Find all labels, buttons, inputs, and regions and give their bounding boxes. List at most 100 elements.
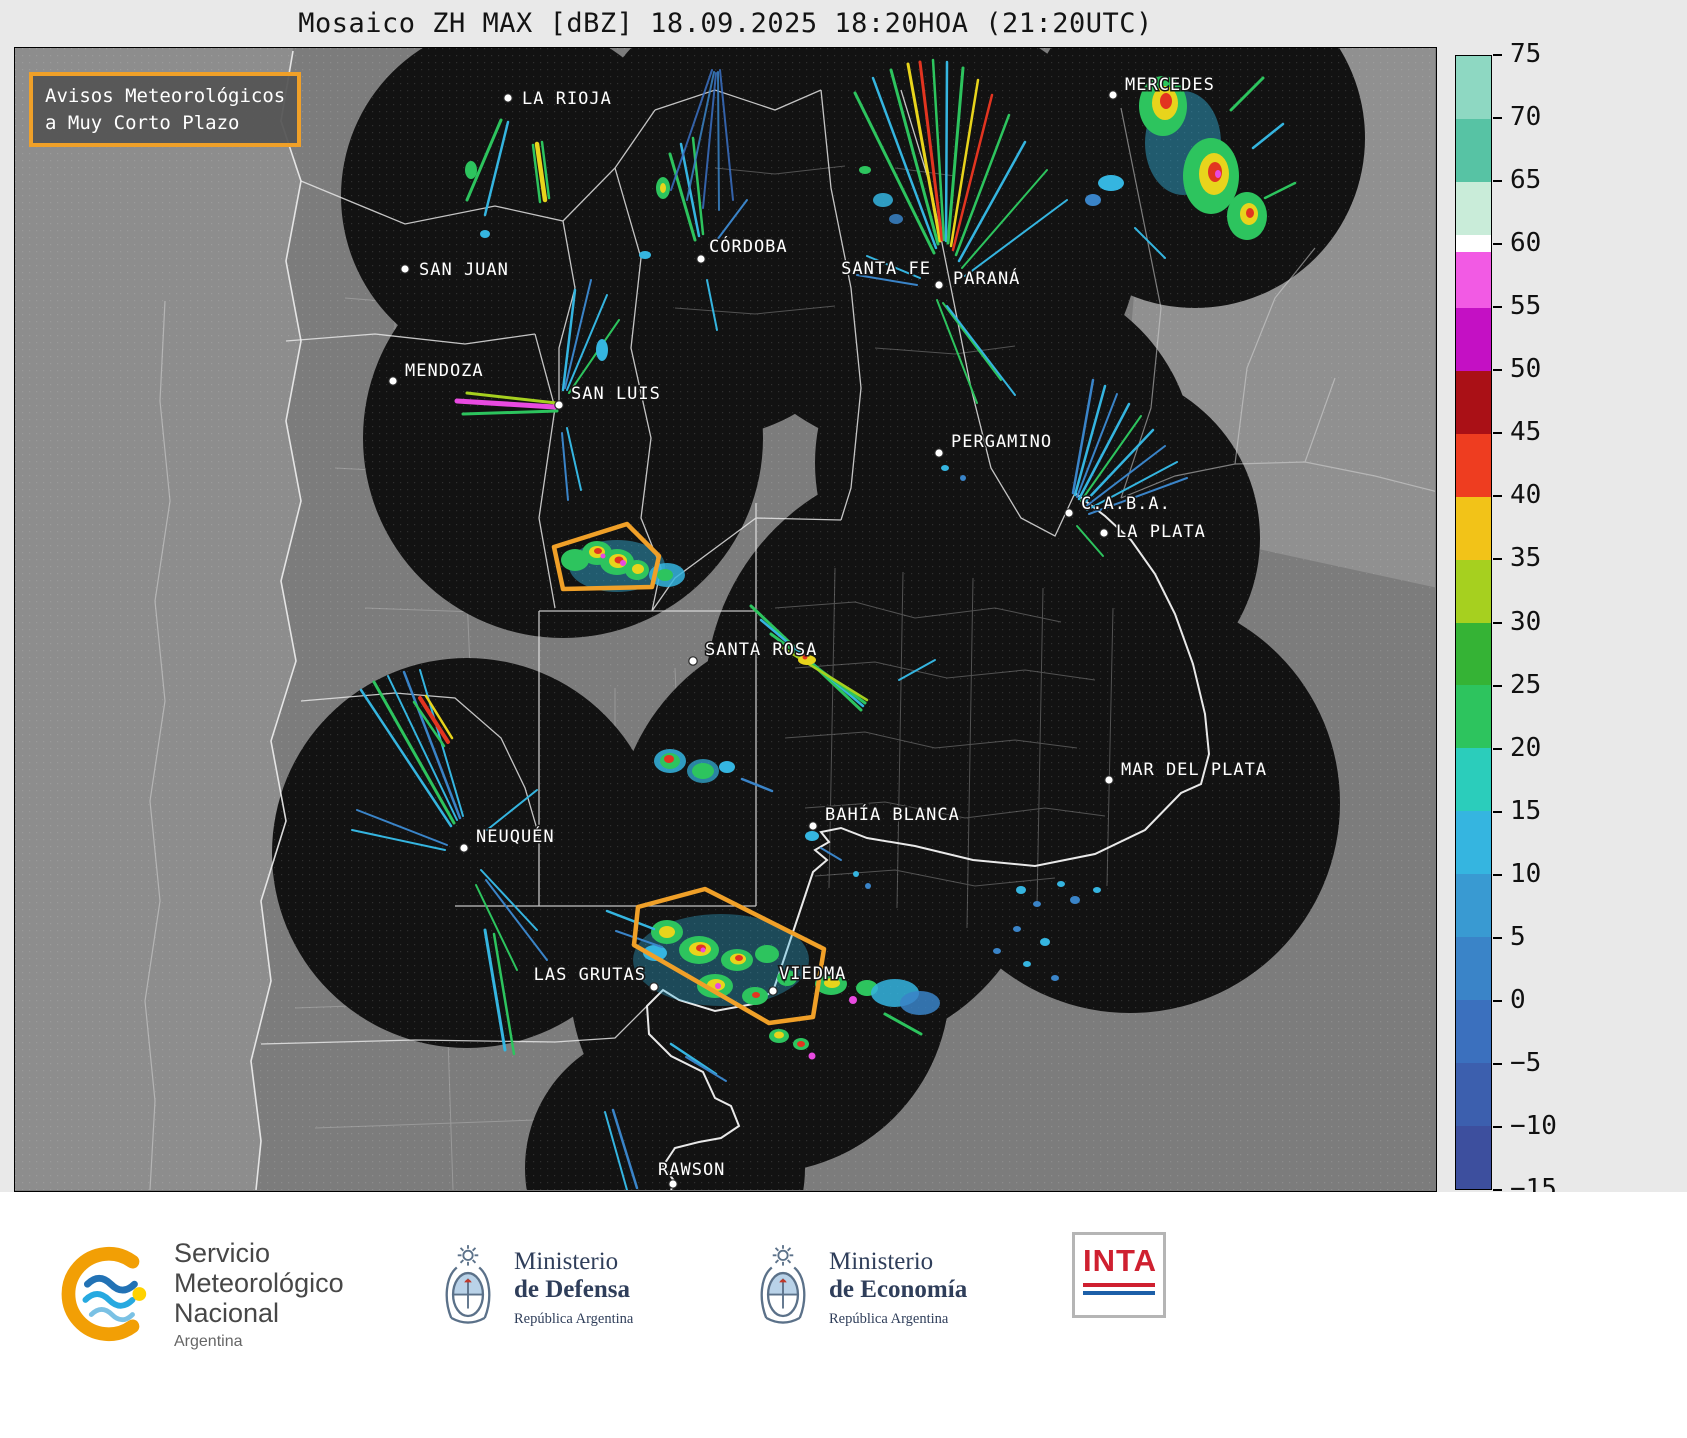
economia-line3: República Argentina	[829, 1311, 949, 1327]
colorbar-tick	[1493, 1062, 1502, 1065]
colorbar-tick	[1493, 1125, 1502, 1128]
city-dot	[649, 982, 659, 992]
colorbar-tick	[1493, 873, 1502, 876]
city-dot	[554, 400, 564, 410]
city-label-santa-fe: SANTA FE	[841, 259, 931, 279]
colorbar-tick	[1493, 432, 1502, 435]
colorbar-tick	[1493, 684, 1502, 687]
echo-speck-sierras	[639, 251, 651, 259]
city-dot	[934, 280, 944, 290]
colorbar-tick	[1493, 999, 1502, 1002]
colorbar-tick	[1493, 936, 1502, 939]
colorbar-tick-label: 35	[1510, 543, 1542, 574]
defensa-logo-text: Ministerio de Defensa República Argentin…	[514, 1248, 633, 1328]
smn-logo-block: Servicio Meteorológico Nacional Argentin…	[58, 1238, 344, 1351]
inta-blue-bar	[1083, 1291, 1155, 1295]
smn-logo-icon	[61, 1247, 147, 1342]
city-dot	[1064, 508, 1074, 518]
colorbar-tick	[1493, 558, 1502, 561]
inta-red-bar	[1083, 1283, 1155, 1287]
smn-line4: Argentina	[174, 1332, 243, 1350]
colorbar-tick	[1493, 243, 1502, 246]
city-label-rawson: RAWSON	[658, 1160, 725, 1180]
colorbar-tick	[1493, 810, 1502, 813]
city-label-c-a-b-a-: C.A.B.A.	[1081, 494, 1171, 514]
city-label-mendoza: MENDOZA	[405, 361, 484, 381]
dot-texture	[15, 48, 1435, 1190]
economia-line2: de Economía	[829, 1276, 968, 1303]
defensa-line2: de Defensa	[514, 1276, 630, 1303]
colorbar-tick	[1493, 54, 1502, 56]
colorbar-tick-label: 65	[1510, 164, 1542, 195]
colorbar-tick	[1493, 621, 1502, 624]
colorbar-tick-label: 40	[1510, 480, 1542, 511]
smn-logo-text: Servicio Meteorológico Nacional Argentin…	[174, 1238, 344, 1351]
colorbar-tick-label: 0	[1510, 984, 1526, 1015]
defensa-line1: Ministerio	[514, 1248, 619, 1275]
colorbar-tick-label: 15	[1510, 795, 1542, 826]
colorbar-labels: 75 70 65 60 55 50 45 40 35 30 25 20 15 10 5 0 −5 −10 −15	[1455, 39, 1685, 1204]
inta-logo-text: INTA	[1083, 1243, 1158, 1278]
colorbar-tick-label: 30	[1510, 606, 1542, 637]
city-dot	[400, 264, 410, 274]
city-label-pergamino: PERGAMINO	[951, 432, 1052, 452]
radar-map-canvas: LA RIOJA MERCEDES SAN JUAN CÓRDOBA SANTA FE P…	[15, 48, 1435, 1190]
economia-line1: Ministerio	[829, 1248, 934, 1275]
city-dot	[1108, 90, 1118, 100]
smn-line1: Servicio	[174, 1238, 271, 1268]
inta-logo: INTA	[1072, 1232, 1166, 1318]
city-label-santa-rosa: SANTA ROSA	[705, 640, 817, 660]
coat-of-arms-icon	[760, 1245, 806, 1324]
colorbar-tick-label: 70	[1510, 101, 1542, 132]
city-label-san-luis: SAN LUIS	[571, 384, 661, 404]
coat-of-arms-icon	[445, 1245, 491, 1324]
city-dot	[768, 986, 778, 996]
city-label-la-plata: LA PLATA	[1116, 522, 1206, 542]
page-title: Mosaico ZH MAX [dBZ] 18.09.2025 18:20HOA…	[298, 8, 1153, 39]
city-label-c-rdoba: CÓRDOBA	[709, 235, 788, 257]
city-dot	[808, 821, 818, 831]
city-dot	[459, 843, 469, 853]
colorbar-tick-label: 55	[1510, 291, 1542, 322]
city-label-neuqu-n: NEUQUÉN	[476, 825, 555, 847]
smn-line2: Meteorológico	[174, 1268, 344, 1299]
city-dot	[503, 93, 513, 103]
economia-logo-block: Ministerio de Economía República Argenti…	[755, 1242, 967, 1334]
colorbar-tick	[1493, 1189, 1502, 1191]
city-label-las-grutas: LAS GRUTAS	[534, 965, 646, 985]
city-dot	[668, 1179, 678, 1189]
city-label-mar-del-plata: MAR DEL PLATA	[1121, 760, 1267, 780]
warning-box-line1: Avisos Meteorológicos	[45, 85, 286, 107]
colorbar-tick-label: −10	[1510, 1110, 1557, 1141]
colorbar-tick-label: 5	[1510, 921, 1526, 952]
city-label-viedma: VIEDMA	[779, 964, 846, 984]
colorbar-tick-label: −5	[1510, 1047, 1542, 1078]
colorbar-dbz: 75 70 65 60 55 50 45 40 35 30 25 20 15 10 5 0 −5 −10 −15	[1455, 39, 1685, 1204]
city-dot	[934, 448, 944, 458]
smn-line3: Nacional	[174, 1298, 280, 1329]
warning-box-line2: a Muy Corto Plazo	[45, 111, 240, 134]
colorbar-tick	[1493, 495, 1502, 498]
colorbar-tick-label: 60	[1510, 227, 1542, 258]
colorbar-tick-label: 10	[1510, 858, 1542, 889]
city-dot	[1104, 775, 1114, 785]
defensa-line3: República Argentina	[514, 1311, 634, 1327]
colorbar-tick-label: 25	[1510, 669, 1542, 700]
city-label-mercedes: MERCEDES	[1125, 75, 1215, 95]
city-label-san-juan: SAN JUAN	[419, 260, 509, 280]
city-dot	[388, 376, 398, 386]
economia-logo-text: Ministerio de Economía República Argenti…	[829, 1248, 967, 1328]
colorbar-tick-label: 20	[1510, 732, 1542, 763]
colorbar-tick	[1493, 747, 1502, 750]
radar-map: LA RIOJA MERCEDES SAN JUAN CÓRDOBA SANTA FE P…	[14, 47, 1437, 1192]
city-dot	[688, 656, 698, 666]
city-label-la-rioja: LA RIOJA	[522, 89, 612, 109]
colorbar-tick	[1493, 117, 1502, 120]
city-label-paran-: PARANÁ	[953, 267, 1020, 289]
colorbar-tick	[1493, 369, 1502, 372]
city-label-bah-a-blanca: BAHÍA BLANCA	[825, 803, 960, 825]
city-dot	[1099, 528, 1109, 538]
colorbar-tick-label: 45	[1510, 417, 1542, 448]
colorbar-tick	[1493, 306, 1502, 309]
colorbar-tick	[1493, 180, 1502, 183]
